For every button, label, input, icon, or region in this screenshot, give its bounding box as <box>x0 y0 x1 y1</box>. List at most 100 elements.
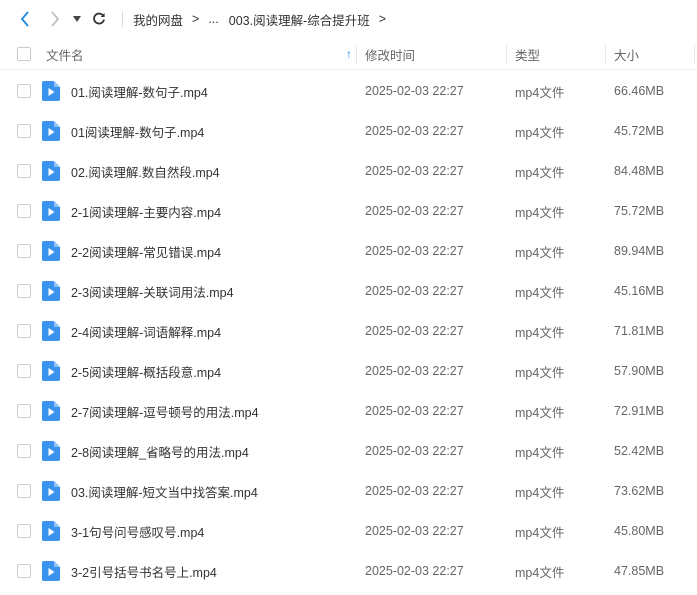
file-name[interactable]: 2-2阅读理解-常见错误.mp4 <box>71 231 221 271</box>
back-button[interactable] <box>12 0 38 38</box>
row-check-cell <box>17 231 31 271</box>
file-row[interactable]: 2-3阅读理解-关联词用法.mp4 2025-02-03 22:27 mp4文件… <box>0 271 697 311</box>
column-divider <box>356 45 357 63</box>
row-checkbox[interactable] <box>17 444 31 458</box>
video-file-icon[interactable] <box>42 71 60 111</box>
file-row[interactable]: 2-8阅读理解_省略号的用法.mp4 2025-02-03 22:27 mp4文… <box>0 431 697 471</box>
file-modified: 2025-02-03 22:27 <box>365 324 464 338</box>
video-file-icon[interactable] <box>42 471 60 511</box>
video-file-icon[interactable] <box>42 391 60 431</box>
row-checkbox[interactable] <box>17 164 31 178</box>
file-name[interactable]: 01.阅读理解-数句子.mp4 <box>71 71 208 111</box>
file-modified: 2025-02-03 22:27 <box>365 204 464 218</box>
breadcrumb-current[interactable]: 003.阅读理解-综合提升班 <box>229 10 370 29</box>
file-size: 84.48MB <box>614 164 665 178</box>
file-name[interactable]: 3-2引号括号书名号上.mp4 <box>71 551 217 591</box>
video-file-icon[interactable] <box>42 191 60 231</box>
forward-button[interactable] <box>42 0 68 38</box>
row-checkbox[interactable] <box>17 84 31 98</box>
row-checkbox[interactable] <box>17 564 31 578</box>
file-row[interactable]: 01阅读理解-数句子.mp4 2025-02-03 22:27 mp4文件 45… <box>0 111 697 151</box>
file-name[interactable]: 2-3阅读理解-关联词用法.mp4 <box>71 271 234 311</box>
file-type: mp4文件 <box>515 285 565 300</box>
file-row[interactable]: 01.阅读理解-数句子.mp4 2025-02-03 22:27 mp4文件 6… <box>0 71 697 111</box>
row-check-cell <box>17 471 31 511</box>
file-size: 72.91MB <box>614 404 665 418</box>
column-header-name-label: 文件名 <box>46 48 84 63</box>
file-row[interactable]: 02.阅读理解.数自然段.mp4 2025-02-03 22:27 mp4文件 … <box>0 151 697 191</box>
file-name[interactable]: 3-1句号问号感叹号.mp4 <box>71 511 204 551</box>
file-type: mp4文件 <box>515 165 565 180</box>
file-type: mp4文件 <box>515 565 565 580</box>
video-file-icon[interactable] <box>42 351 60 391</box>
file-size: 89.94MB <box>614 244 665 258</box>
file-name[interactable]: 03.阅读理解-短文当中找答案.mp4 <box>71 471 258 511</box>
file-size: 75.72MB <box>614 204 665 218</box>
caret-down-icon <box>73 16 81 22</box>
row-checkbox[interactable] <box>17 484 31 498</box>
video-file-icon[interactable] <box>42 311 60 351</box>
column-header-name[interactable]: 文件名 ↑ <box>46 38 354 70</box>
video-file-icon[interactable] <box>42 511 60 551</box>
row-checkbox[interactable] <box>17 364 31 378</box>
column-header-modified[interactable]: 修改时间 <box>365 38 415 70</box>
file-name[interactable]: 2-4阅读理解-词语解释.mp4 <box>71 311 221 351</box>
refresh-button[interactable] <box>86 0 112 38</box>
column-header-type[interactable]: 类型 <box>515 38 540 70</box>
video-file-icon[interactable] <box>42 111 60 151</box>
file-row[interactable]: 2-4阅读理解-词语解释.mp4 2025-02-03 22:27 mp4文件 … <box>0 311 697 351</box>
column-header-size-label: 大小 <box>614 48 640 63</box>
file-size: 52.42MB <box>614 444 665 458</box>
video-file-icon[interactable] <box>42 431 60 471</box>
file-row[interactable]: 3-2引号括号书名号上.mp4 2025-02-03 22:27 mp4文件 4… <box>0 551 697 591</box>
video-file-icon <box>42 321 60 341</box>
video-file-icon[interactable] <box>42 271 60 311</box>
row-checkbox[interactable] <box>17 404 31 418</box>
file-name[interactable]: 2-7阅读理解-逗号顿号的用法.mp4 <box>71 391 259 431</box>
row-checkbox[interactable] <box>17 204 31 218</box>
row-checkbox[interactable] <box>17 524 31 538</box>
file-row[interactable]: 2-2阅读理解-常见错误.mp4 2025-02-03 22:27 mp4文件 … <box>0 231 697 271</box>
row-check-cell <box>17 431 31 471</box>
video-file-icon <box>42 161 60 181</box>
file-row[interactable]: 03.阅读理解-短文当中找答案.mp4 2025-02-03 22:27 mp4… <box>0 471 697 511</box>
select-all-checkbox[interactable] <box>17 47 31 61</box>
file-row[interactable]: 2-5阅读理解-概括段意.mp4 2025-02-03 22:27 mp4文件 … <box>0 351 697 391</box>
video-file-icon <box>42 561 60 581</box>
row-checkbox[interactable] <box>17 244 31 258</box>
row-checkbox[interactable] <box>17 324 31 338</box>
file-name[interactable]: 2-1阅读理解-主要内容.mp4 <box>71 191 221 231</box>
file-type: mp4文件 <box>515 245 565 260</box>
history-dropdown[interactable] <box>70 0 84 38</box>
row-checkbox[interactable] <box>17 124 31 138</box>
column-header-size[interactable]: 大小 <box>614 38 639 70</box>
row-check-cell <box>17 351 31 391</box>
breadcrumb-separator: > <box>378 12 387 26</box>
video-file-icon[interactable] <box>42 231 60 271</box>
row-check-cell <box>17 391 31 431</box>
file-type: mp4文件 <box>515 205 565 220</box>
file-size: 57.90MB <box>614 364 665 378</box>
video-file-icon[interactable] <box>42 151 60 191</box>
file-modified: 2025-02-03 22:27 <box>365 484 464 498</box>
file-name[interactable]: 02.阅读理解.数自然段.mp4 <box>71 151 220 191</box>
breadcrumb-root[interactable]: 我的网盘 <box>133 10 183 29</box>
breadcrumb-ellipsis[interactable]: ... <box>208 12 218 26</box>
row-checkbox[interactable] <box>17 284 31 298</box>
file-name[interactable]: 2-8阅读理解_省略号的用法.mp4 <box>71 431 249 471</box>
file-row[interactable]: 2-1阅读理解-主要内容.mp4 2025-02-03 22:27 mp4文件 … <box>0 191 697 231</box>
file-name[interactable]: 2-5阅读理解-概括段意.mp4 <box>71 351 221 391</box>
video-file-icon <box>42 281 60 301</box>
file-modified: 2025-02-03 22:27 <box>365 124 464 138</box>
file-row[interactable]: 3-1句号问号感叹号.mp4 2025-02-03 22:27 mp4文件 45… <box>0 511 697 551</box>
video-file-icon[interactable] <box>42 551 60 591</box>
file-type: mp4文件 <box>515 485 565 500</box>
file-name[interactable]: 01阅读理解-数句子.mp4 <box>71 111 204 151</box>
file-modified: 2025-02-03 22:27 <box>365 284 464 298</box>
video-file-icon <box>42 121 60 141</box>
file-modified: 2025-02-03 22:27 <box>365 244 464 258</box>
select-all-cell <box>17 38 31 70</box>
file-type: mp4文件 <box>515 365 565 380</box>
video-file-icon <box>42 241 60 261</box>
file-row[interactable]: 2-7阅读理解-逗号顿号的用法.mp4 2025-02-03 22:27 mp4… <box>0 391 697 431</box>
